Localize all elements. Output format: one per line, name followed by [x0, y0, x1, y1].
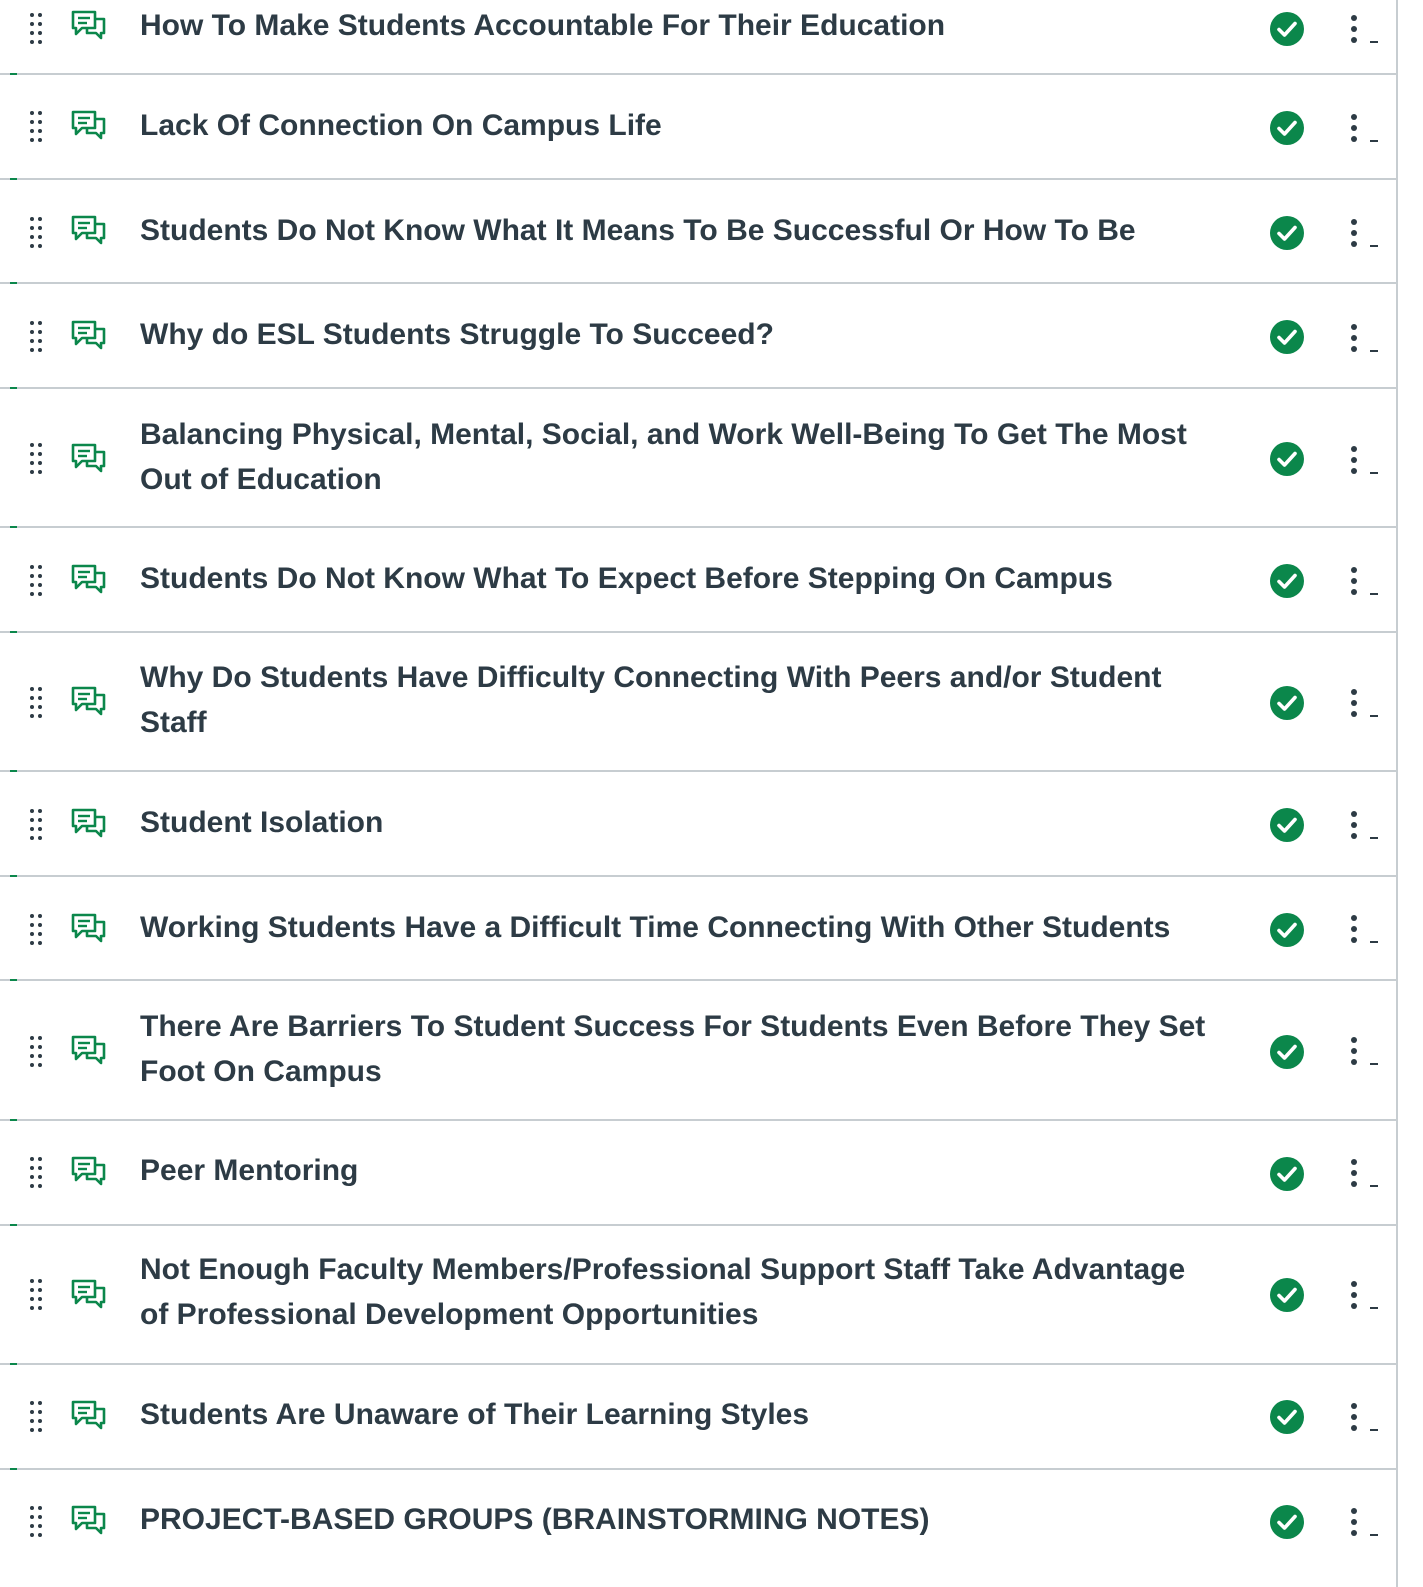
discussion-title[interactable]: Peer Mentoring [140, 1148, 1220, 1193]
published-check-icon[interactable] [1268, 562, 1306, 600]
discussion-icon [71, 808, 106, 838]
discussion-title[interactable]: Students Are Unaware of Their Learning S… [140, 1392, 1220, 1437]
discussion-row[interactable]: Working Students Have a Difficult Time C… [0, 877, 1396, 981]
kebab-menu-icon[interactable] [1344, 565, 1378, 599]
drag-handle-icon[interactable] [26, 319, 46, 353]
drag-handle-icon[interactable] [26, 1155, 46, 1189]
discussion-icon [71, 320, 106, 350]
discussion-title[interactable]: Working Students Have a Difficult Time C… [140, 905, 1220, 950]
kebab-menu-icon[interactable] [1344, 322, 1378, 356]
published-check-icon[interactable] [1268, 1155, 1306, 1193]
discussion-row[interactable]: PROJECT-BASED GROUPS (BRAINSTORMING NOTE… [0, 1470, 1396, 1587]
kebab-menu-icon[interactable] [1344, 444, 1378, 478]
drag-handle-icon[interactable] [26, 1034, 46, 1068]
drag-handle-icon[interactable] [26, 912, 46, 946]
published-check-icon[interactable] [1268, 1276, 1306, 1314]
kebab-menu-icon[interactable] [1344, 112, 1378, 146]
discussion-icon [71, 1505, 106, 1535]
kebab-menu-icon[interactable] [1344, 1279, 1378, 1313]
drag-handle-icon[interactable] [26, 11, 46, 45]
published-check-icon[interactable] [1268, 10, 1306, 48]
kebab-menu-icon[interactable] [1344, 809, 1378, 843]
kebab-menu-icon[interactable] [1344, 13, 1378, 47]
drag-handle-icon[interactable] [26, 1399, 46, 1433]
published-check-icon[interactable] [1268, 214, 1306, 252]
discussion-row[interactable]: Students Do Not Know What To Expect Befo… [0, 528, 1396, 633]
kebab-menu-icon[interactable] [1344, 1157, 1378, 1191]
discussion-icon [71, 1156, 106, 1186]
kebab-menu-icon[interactable] [1344, 1506, 1378, 1540]
published-check-icon[interactable] [1268, 1398, 1306, 1436]
drag-handle-icon[interactable] [26, 215, 46, 249]
discussion-title[interactable]: Why Do Students Have Difficulty Connecti… [140, 655, 1220, 745]
discussion-icon [71, 1400, 106, 1430]
discussion-icon [71, 1279, 106, 1309]
kebab-menu-icon[interactable] [1344, 1401, 1378, 1435]
kebab-menu-icon[interactable] [1344, 687, 1378, 721]
discussion-row[interactable]: Students Are Unaware of Their Learning S… [0, 1365, 1396, 1470]
discussion-icon [71, 913, 106, 943]
discussion-icon [71, 443, 106, 473]
discussion-row[interactable]: Student Isolation [0, 772, 1396, 877]
discussion-title[interactable]: Balancing Physical, Mental, Social, and … [140, 412, 1220, 502]
published-check-icon[interactable] [1268, 684, 1306, 722]
discussion-icon [71, 686, 106, 716]
drag-handle-icon[interactable] [26, 109, 46, 143]
published-check-icon[interactable] [1268, 911, 1306, 949]
published-check-icon[interactable] [1268, 109, 1306, 147]
discussion-title[interactable]: Not Enough Faculty Members/Professional … [140, 1247, 1220, 1337]
discussion-row[interactable]: There Are Barriers To Student Success Fo… [0, 981, 1396, 1121]
published-check-icon[interactable] [1268, 1033, 1306, 1071]
discussion-list: How To Make Students Accountable For The… [0, 0, 1398, 1587]
kebab-menu-icon[interactable] [1344, 217, 1378, 251]
discussion-icon [71, 564, 106, 594]
discussion-row[interactable]: Students Do Not Know What It Means To Be… [0, 180, 1396, 284]
published-check-icon[interactable] [1268, 440, 1306, 478]
discussion-row[interactable]: Balancing Physical, Mental, Social, and … [0, 389, 1396, 528]
discussion-icon [71, 1035, 106, 1065]
discussion-icon [71, 215, 106, 245]
discussion-title[interactable]: Why do ESL Students Struggle To Succeed? [140, 312, 1220, 357]
discussion-title[interactable]: Lack Of Connection On Campus Life [140, 103, 1220, 148]
published-check-icon[interactable] [1268, 806, 1306, 844]
kebab-menu-icon[interactable] [1344, 1035, 1378, 1069]
discussion-row[interactable]: Not Enough Faculty Members/Professional … [0, 1226, 1396, 1365]
discussion-title[interactable]: How To Make Students Accountable For The… [140, 3, 1220, 48]
discussion-title[interactable]: Students Do Not Know What To Expect Befo… [140, 556, 1220, 601]
published-check-icon[interactable] [1268, 1503, 1306, 1541]
discussion-row[interactable]: Peer Mentoring [0, 1121, 1396, 1226]
discussion-row[interactable]: How To Make Students Accountable For The… [0, 0, 1396, 75]
drag-handle-icon[interactable] [26, 1504, 46, 1538]
discussion-row[interactable]: Lack Of Connection On Campus Life [0, 75, 1396, 180]
discussion-title[interactable]: Students Do Not Know What It Means To Be… [140, 208, 1220, 253]
discussion-icon [71, 110, 106, 140]
drag-handle-icon[interactable] [26, 563, 46, 597]
discussion-title[interactable]: There Are Barriers To Student Success Fo… [140, 1004, 1220, 1094]
discussion-title[interactable]: Student Isolation [140, 800, 1220, 845]
drag-handle-icon[interactable] [26, 685, 46, 719]
kebab-menu-icon[interactable] [1344, 913, 1378, 947]
discussion-row[interactable]: Why Do Students Have Difficulty Connecti… [0, 633, 1396, 772]
discussion-icon [71, 10, 106, 40]
discussion-title[interactable]: PROJECT-BASED GROUPS (BRAINSTORMING NOTE… [140, 1497, 1220, 1542]
discussion-row[interactable]: Why do ESL Students Struggle To Succeed? [0, 284, 1396, 389]
drag-handle-icon[interactable] [26, 441, 46, 475]
published-check-icon[interactable] [1268, 318, 1306, 356]
drag-handle-icon[interactable] [26, 807, 46, 841]
drag-handle-icon[interactable] [26, 1277, 46, 1311]
